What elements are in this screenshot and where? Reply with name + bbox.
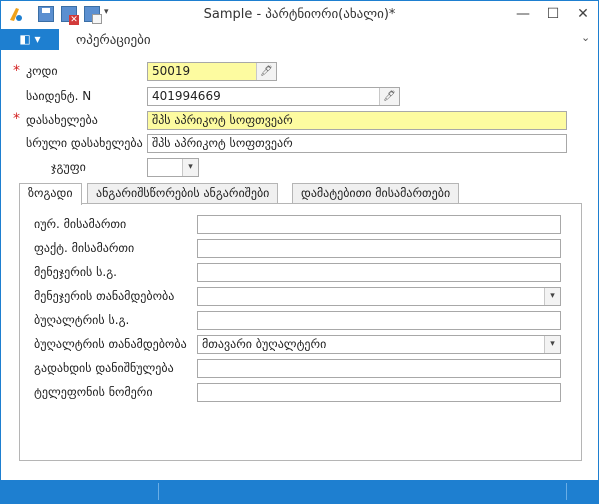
actual-address-label: ფაქტ. მისამართი	[34, 241, 135, 255]
manager-name-label: მენეჯერის ს.გ.	[34, 265, 117, 279]
accountant-position-label: ბუღალტრის თანამდებობა	[34, 337, 187, 351]
window-title: Sample - პარტნიორი(ახალი)*	[203, 7, 396, 22]
manager-position-label: მენეჯერის თანამდებობა	[34, 289, 175, 303]
manager-name-field[interactable]	[197, 263, 561, 282]
general-tab-panel: იურ. მისამართი ფაქტ. მისამართი მენეჯერის…	[19, 203, 582, 461]
status-divider	[158, 483, 159, 500]
ribbon: ◧ ▾ ოპერაციები ⌄	[1, 29, 598, 55]
manager-position-select[interactable]: ▾	[197, 287, 561, 306]
tab-general[interactable]: ზოგადი	[19, 183, 82, 205]
required-mark: *	[13, 63, 20, 79]
phone-label: ტელეფონის ნომერი	[34, 385, 153, 399]
legal-address-field[interactable]	[197, 215, 561, 234]
tax-id-value: 401994669	[152, 89, 221, 103]
file-menu-button[interactable]: ◧ ▾	[1, 29, 59, 50]
accountant-position-value: მთავარი ბუღალტერი	[202, 337, 327, 351]
code-label: კოდი	[26, 64, 58, 78]
full-name-label: სრული დასახელება	[26, 136, 143, 150]
status-divider	[566, 483, 567, 500]
full-name-value: შპს აპრიკოტ სოფთვეარ	[152, 136, 293, 150]
name-field[interactable]: შპს აპრიკოტ სოფთვეარ	[147, 111, 567, 130]
tax-id-field[interactable]: 401994669 🖊	[147, 87, 400, 106]
close-button[interactable]: ✕	[571, 3, 595, 25]
group-label: ჯგუფი	[51, 160, 86, 174]
app-window: ▾ Sample - პარტნიორი(ახალი)* — ☐ ✕ ◧ ▾ ო…	[0, 0, 599, 504]
code-edit-icon[interactable]: 🖊	[256, 63, 276, 80]
chevron-down-icon[interactable]: ▾	[544, 336, 560, 353]
accountant-position-select[interactable]: მთავარი ბუღალტერი ▾	[197, 335, 561, 354]
actual-address-field[interactable]	[197, 239, 561, 258]
tab-operations[interactable]: ოპერაციები	[76, 33, 151, 48]
chevron-down-icon[interactable]: ▾	[182, 159, 198, 176]
code-field[interactable]: 50019 🖊	[147, 62, 277, 81]
status-bar	[1, 480, 598, 503]
phone-field[interactable]	[197, 383, 561, 402]
required-mark: *	[13, 111, 20, 127]
code-value: 50019	[152, 64, 191, 78]
minimize-button[interactable]: —	[511, 3, 535, 25]
tax-id-edit-icon[interactable]: 🖊	[379, 88, 399, 105]
name-label: დასახელება	[26, 113, 98, 127]
maximize-button[interactable]: ☐	[541, 3, 565, 25]
payment-purpose-field[interactable]	[197, 359, 561, 378]
accountant-name-field[interactable]	[197, 311, 561, 330]
payment-purpose-label: გადახდის დანიშნულება	[34, 361, 174, 375]
name-value: შპს აპრიკოტ სოფთვეარ	[152, 113, 293, 127]
title-bar: ▾ Sample - პარტნიორი(ახალი)* — ☐ ✕	[1, 1, 598, 29]
full-name-field[interactable]: შპს აპრიკოტ სოფთვეარ	[147, 134, 567, 153]
tab-settlement-accounts[interactable]: ანგარიშსწორების ანგარიშები	[87, 183, 279, 204]
chevron-down-icon[interactable]: ▾	[544, 288, 560, 305]
tab-additional-addresses[interactable]: დამატებითი მისამართები	[292, 183, 460, 204]
legal-address-label: იურ. მისამართი	[34, 217, 127, 231]
accountant-name-label: ბუღალტრის ს.გ.	[34, 313, 130, 327]
group-select[interactable]: ▾	[147, 158, 199, 177]
ribbon-collapse-icon[interactable]: ⌄	[581, 31, 590, 44]
tax-id-label: საიდენტ. N	[26, 89, 92, 103]
